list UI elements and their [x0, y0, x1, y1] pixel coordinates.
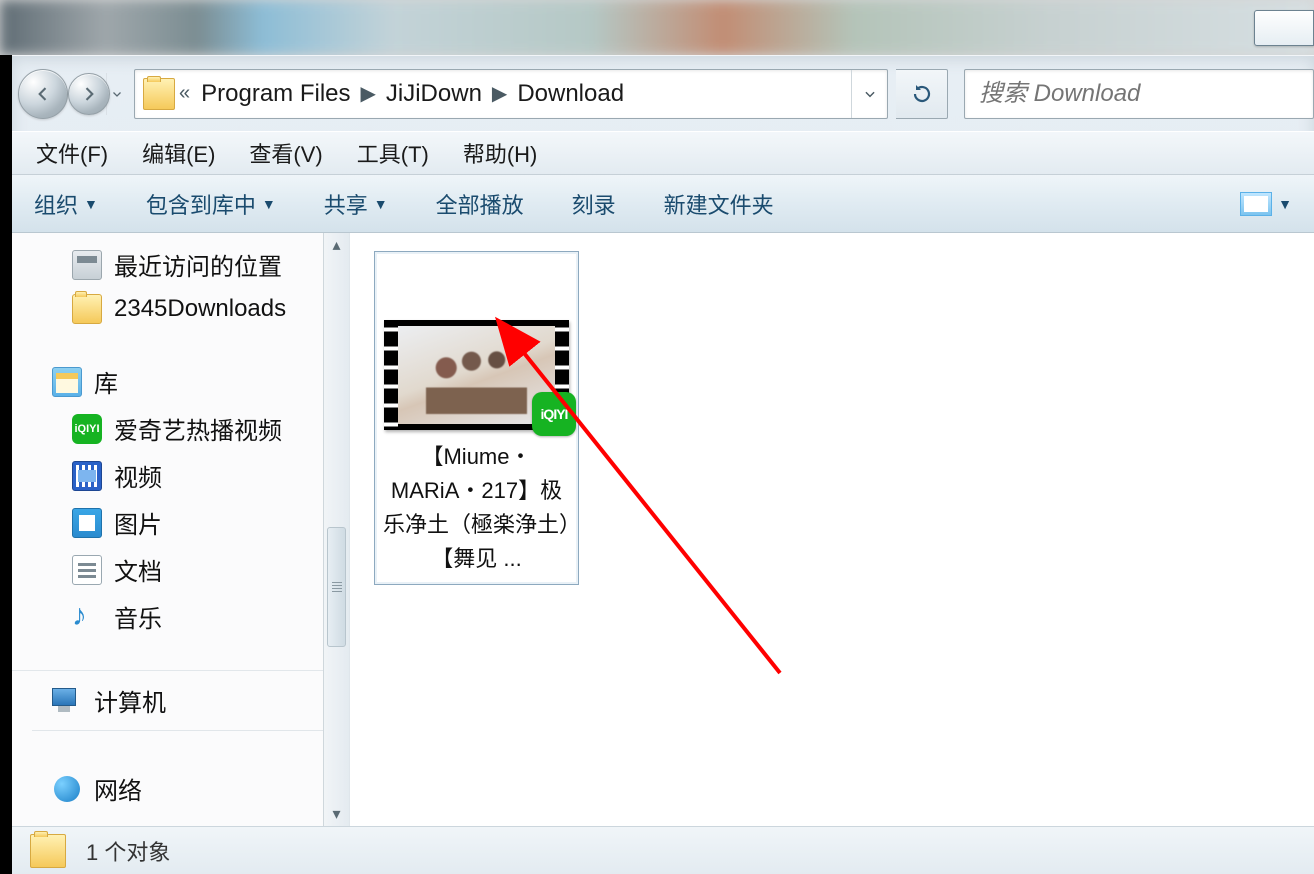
caret-down-icon: ▼ — [1278, 196, 1292, 212]
address-bar[interactable]: « Program Files ▶ JiJiDown ▶ Download — [134, 69, 888, 119]
status-bar: 1 个对象 — [12, 826, 1314, 874]
breadcrumb-segment[interactable]: JiJiDown — [378, 80, 490, 108]
sidebar-documents[interactable]: 文档 — [12, 546, 349, 593]
sidebar-item-label: 2345Downloads — [114, 295, 286, 323]
search-input[interactable] — [979, 80, 1299, 108]
sidebar-item-label: 文档 — [114, 552, 162, 587]
breadcrumb-segment[interactable]: Program Files — [193, 80, 358, 108]
sidebar-iqiyi-videos[interactable]: iQIYI 爱奇艺热播视频 — [12, 405, 349, 452]
view-mode-icon — [1240, 192, 1272, 216]
sidebar-divider — [32, 730, 329, 731]
search-box[interactable] — [964, 69, 1314, 119]
sidebar: 最近访问的位置 2345Downloads 库 iQIYI 爱奇艺热播视频 视频 — [12, 233, 350, 826]
file-thumbnail: iQIYI — [383, 260, 570, 430]
file-item[interactable]: iQIYI 【Miume・MARiA・217】极乐净土（極楽浄土）【舞见 ... — [374, 251, 579, 585]
address-history-dropdown[interactable] — [851, 70, 887, 118]
sidebar-item-label: 库 — [94, 364, 118, 399]
music-icon — [72, 602, 102, 632]
file-name-label: 【Miume・MARiA・217】极乐净土（極楽浄土）【舞见 ... — [383, 440, 570, 576]
caret-down-icon: ▼ — [262, 196, 276, 212]
sidebar-music[interactable]: 音乐 — [12, 593, 349, 640]
tool-burn[interactable]: 刻录 — [568, 184, 620, 224]
menu-view[interactable]: 查看(V) — [243, 133, 328, 173]
computer-icon — [52, 686, 82, 716]
tool-new-folder[interactable]: 新建文件夹 — [660, 184, 778, 224]
sidebar-item-label: 最近访问的位置 — [114, 247, 282, 282]
menu-bar: 文件(F) 编辑(E) 查看(V) 工具(T) 帮助(H) — [12, 131, 1314, 175]
libraries-icon — [52, 367, 82, 397]
sidebar-videos[interactable]: 视频 — [12, 452, 349, 499]
window-control-hint — [1254, 10, 1314, 46]
pictures-icon — [72, 508, 102, 538]
menu-edit[interactable]: 编辑(E) — [136, 133, 221, 173]
chevron-right-icon[interactable]: ▶ — [490, 81, 509, 106]
scroll-track[interactable] — [324, 257, 349, 802]
background-blur — [0, 0, 1314, 55]
folder-icon — [143, 78, 175, 110]
status-object-count: 1 个对象 — [86, 835, 170, 867]
folder-icon — [30, 834, 66, 868]
refresh-button[interactable] — [896, 69, 948, 119]
tool-newfolder-label: 新建文件夹 — [664, 188, 774, 220]
left-black-edge — [0, 55, 12, 874]
menu-tools[interactable]: 工具(T) — [351, 133, 435, 173]
sidebar-item-label: 音乐 — [114, 599, 162, 634]
sidebar-network[interactable]: 网络 — [12, 765, 349, 812]
sidebar-2345downloads[interactable]: 2345Downloads — [12, 288, 349, 330]
nav-buttons — [18, 69, 126, 119]
explorer-window: « Program Files ▶ JiJiDown ▶ Download 文件… — [12, 55, 1314, 874]
main-split: 最近访问的位置 2345Downloads 库 iQIYI 爱奇艺热播视频 视频 — [12, 233, 1314, 826]
documents-icon — [72, 555, 102, 585]
sidebar-libraries[interactable]: 库 — [12, 358, 349, 405]
caret-down-icon: ▼ — [84, 196, 98, 212]
sidebar-item-label: 视频 — [114, 458, 162, 493]
network-icon — [52, 774, 82, 804]
sidebar-item-label: 计算机 — [94, 683, 166, 718]
forward-button[interactable] — [68, 73, 110, 115]
scroll-up-icon[interactable]: ▴ — [324, 233, 349, 257]
content-area[interactable]: iQIYI 【Miume・MARiA・217】极乐净土（極楽浄土）【舞见 ... — [350, 233, 1314, 826]
tool-share[interactable]: 共享 ▼ — [320, 184, 392, 224]
tool-play-all[interactable]: 全部播放 — [432, 184, 528, 224]
sidebar-pictures[interactable]: 图片 — [12, 499, 349, 546]
sidebar-recent-places[interactable]: 最近访问的位置 — [12, 241, 349, 288]
iqiyi-icon: iQIYI — [72, 414, 102, 444]
menu-help[interactable]: 帮助(H) — [457, 133, 544, 173]
nav-row: « Program Files ▶ JiJiDown ▶ Download — [12, 56, 1314, 131]
tool-organize[interactable]: 组织 ▼ — [30, 184, 102, 224]
tool-burn-label: 刻录 — [572, 188, 616, 220]
folder-icon — [72, 294, 102, 324]
caret-down-icon: ▼ — [374, 196, 388, 212]
scroll-down-icon[interactable]: ▾ — [324, 802, 349, 826]
tool-organize-label: 组织 — [34, 188, 78, 220]
recent-places-icon — [72, 250, 102, 280]
video-icon — [72, 461, 102, 491]
tool-include-label: 包含到库中 — [146, 188, 256, 220]
breadcrumb-segment[interactable]: Download — [509, 80, 632, 108]
toolbar: 组织 ▼ 包含到库中 ▼ 共享 ▼ 全部播放 刻录 新建文件夹 ▼ — [12, 175, 1314, 233]
sidebar-item-label: 图片 — [114, 505, 162, 540]
tool-include-in-library[interactable]: 包含到库中 ▼ — [142, 184, 280, 224]
breadcrumb-overflow-icon[interactable]: « — [179, 82, 193, 105]
scroll-thumb[interactable] — [327, 527, 346, 647]
sidebar-item-label: 网络 — [94, 771, 142, 806]
back-button[interactable] — [18, 69, 68, 119]
sidebar-computer[interactable]: 计算机 — [12, 677, 349, 724]
tool-share-label: 共享 — [324, 188, 368, 220]
tool-view-mode[interactable]: ▼ — [1236, 188, 1296, 220]
chevron-right-icon[interactable]: ▶ — [359, 81, 378, 106]
sidebar-item-label: 爱奇艺热播视频 — [114, 411, 282, 446]
iqiyi-badge-icon: iQIYI — [532, 392, 576, 436]
sidebar-scrollbar[interactable]: ▴ ▾ — [323, 233, 349, 826]
tool-playall-label: 全部播放 — [436, 188, 524, 220]
menu-file[interactable]: 文件(F) — [30, 133, 114, 173]
